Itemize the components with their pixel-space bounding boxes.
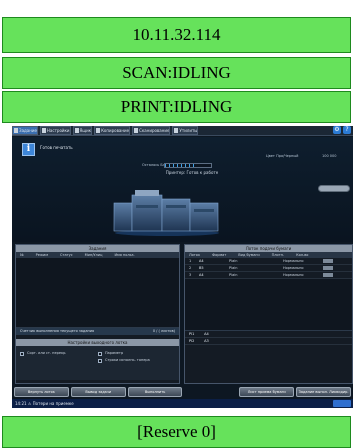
side-slider-button[interactable] — [318, 185, 350, 192]
output-settings-body: Сорт. или ст. перекр. Параметр Строки ис… — [16, 346, 179, 380]
tray-row[interactable]: 1 A4 Plain Нормально — [185, 258, 352, 265]
panel-status-strip: 14:21 ⚠ Потери на приемке — [12, 399, 353, 408]
output-job-button[interactable]: Вывод задачи — [70, 387, 126, 397]
jobs-panel: Задания № Режим Статус Мин/Улиц Имя поль… — [15, 244, 180, 384]
bypass-number: PI2 — [189, 339, 195, 343]
tab-copy-label: Копирование — [101, 128, 130, 133]
tray-row[interactable]: 3 A4 Plain Нормально — [185, 272, 352, 279]
printer-control-panel-screenshot: Задание Настройки Ящик Копирование Скани… — [12, 126, 353, 408]
toner-level-fill — [165, 164, 198, 167]
info-icon: i — [22, 143, 35, 156]
panel-tools: ⚙ ? — [333, 126, 353, 135]
ip-address-text: 10.11.32.114 — [132, 25, 221, 44]
tray-level-indicator — [323, 273, 333, 277]
counter-label: Цвет Про/Черный — [266, 154, 299, 158]
gear-icon[interactable]: ⚙ — [333, 126, 341, 134]
tab-utility-label: Утилиты — [179, 128, 198, 133]
tray-number: 2 — [189, 266, 192, 270]
status-indicator[interactable] — [333, 400, 351, 407]
paper-receipt-button[interactable]: Лист приема бумаги — [239, 387, 295, 397]
tray-state: Нормально — [283, 273, 304, 277]
param-option-label: Параметр — [105, 351, 124, 355]
panel-tab-bar: Задание Настройки Ящик Копирование Скани… — [12, 126, 353, 136]
paper-trays-panel: Лоток подачи бумаги Лоток Формат Вид бум… — [184, 244, 353, 384]
tray-row[interactable]: 2 B5 Plain Нормально — [185, 265, 352, 272]
output-settings-header: Настройки выходного лотка — [16, 339, 179, 346]
tab-scan[interactable]: Сканирование — [132, 126, 171, 135]
bypass-size: A4 — [204, 332, 209, 336]
machine-status-caption: Принтер: Готов к работе — [165, 170, 219, 175]
tray-state: Нормально — [283, 259, 304, 263]
tab-utility[interactable]: Утилиты — [172, 126, 199, 135]
jobs-col-status: Статус — [59, 253, 73, 257]
scan-status-text: SCAN:IDLING — [122, 63, 231, 82]
scan-status-bar: SCAN:IDLING — [2, 57, 351, 89]
tray-number: 3 — [189, 273, 192, 277]
bypass-number: PI1 — [189, 332, 195, 336]
job-tab-icon — [14, 128, 18, 133]
tray-state: Нормально — [283, 266, 304, 270]
machine-status-area: i Готов печатать Осталось Блок Цвет Про/… — [12, 137, 353, 242]
trays-empty-area — [185, 279, 352, 331]
scan-tab-icon — [134, 128, 139, 133]
tray-paper-type: Plain — [229, 259, 238, 263]
ip-address-bar: 10.11.32.114 — [2, 17, 351, 53]
toner-checkbox[interactable] — [98, 359, 102, 363]
jobs-list[interactable] — [16, 258, 179, 328]
printer-machine-illustration — [113, 190, 219, 236]
tab-scan-label: Сканирование — [139, 128, 170, 133]
tray-size: A4 — [199, 273, 204, 277]
bypass-row[interactable]: PI1 A4 — [185, 331, 352, 338]
sort-option-label: Сорт. или ст. перекр. — [27, 351, 67, 355]
reserve-bar: [Reserve 0] — [2, 416, 351, 448]
box-tab-icon — [74, 128, 79, 133]
jobs-col-time: Мин/Улиц — [84, 253, 103, 257]
help-icon[interactable]: ? — [343, 126, 351, 134]
tab-copy[interactable]: Копирование — [94, 126, 131, 135]
panel-button-row: Вернуть лоток Вывод задачи Выполнить Лис… — [12, 387, 353, 398]
tab-job-label: Задание — [19, 128, 37, 133]
tray-size: A4 — [199, 259, 204, 263]
param-checkbox[interactable] — [98, 352, 102, 356]
sort-checkbox[interactable] — [20, 352, 24, 356]
ready-message: Готов печатать — [40, 145, 73, 150]
tab-job[interactable]: Задание — [12, 126, 38, 135]
tray-level-indicator — [323, 259, 333, 263]
status-strip-text: 14:21 ⚠ Потери на приемке — [15, 401, 74, 406]
jobs-progress-label: Счетчик выполнения текущего задания — [20, 329, 95, 333]
counter-value: 100 000 — [322, 154, 337, 158]
tab-settings[interactable]: Настройки — [39, 126, 71, 135]
jobs-progress-value: 0 / ( листов) — [152, 329, 175, 333]
return-tray-button[interactable]: Вернуть лоток — [14, 387, 69, 397]
reserve-text: [Reserve 0] — [137, 422, 216, 441]
button-spacer — [184, 387, 237, 397]
tray-level-indicator — [323, 266, 333, 270]
tray-paper-type: Plain — [229, 266, 238, 270]
clear-job-button[interactable]: Задание выпол. Ликвидир. — [296, 387, 351, 397]
tray-number: 1 — [189, 259, 192, 263]
toner-level-bar — [164, 163, 212, 168]
jobs-progress-row: Счетчик выполнения текущего задания 0 / … — [16, 328, 179, 335]
jobs-col-number: № — [20, 253, 24, 257]
copy-tab-icon — [96, 128, 101, 133]
print-status-bar: PRINT:IDLING — [2, 91, 351, 123]
trays-header: Лоток подачи бумаги — [185, 245, 352, 252]
toner-option-label: Строки исполнь. тонера — [105, 358, 150, 362]
page: 10.11.32.114 SCAN:IDLING PRINT:IDLING За… — [0, 0, 353, 448]
tab-settings-label: Настройки — [46, 128, 70, 133]
utility-tab-icon — [174, 128, 179, 133]
execute-button[interactable]: Выполнить — [127, 387, 183, 397]
tab-box-label: Ящик — [79, 128, 92, 133]
jobs-col-user: Имя польз. — [114, 253, 135, 257]
jobs-col-mode: Режим — [35, 253, 48, 257]
print-status-text: PRINT:IDLING — [120, 97, 233, 116]
jobs-header: Задания — [16, 245, 179, 252]
bypass-size: A3 — [204, 339, 209, 343]
tab-box[interactable]: Ящик — [72, 126, 93, 135]
settings-tab-icon — [41, 128, 46, 133]
tray-size: B5 — [199, 266, 204, 270]
tray-paper-type: Plain — [229, 273, 238, 277]
bypass-row[interactable]: PI2 A3 — [185, 338, 352, 345]
